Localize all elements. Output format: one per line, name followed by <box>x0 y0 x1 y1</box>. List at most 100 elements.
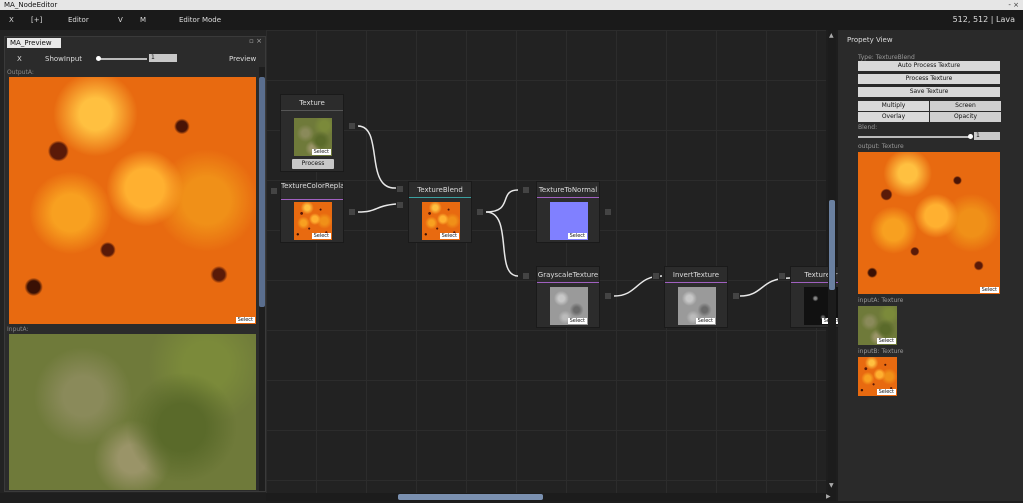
node-title: TextureBlend <box>409 182 471 198</box>
wire-blend-grayscale <box>485 211 519 277</box>
select-button[interactable]: Select <box>876 338 896 344</box>
editor-mode-menu[interactable]: Editor Mode <box>179 16 221 24</box>
menu-bar: X [+] Editor V M Editor Mode 512, 512 | … <box>0 10 1023 30</box>
preview-window-controls[interactable]: ▫ × <box>249 37 262 45</box>
preview-slider-value[interactable]: 1 <box>149 54 177 62</box>
horizontal-scroll-thumb[interactable] <box>398 494 543 500</box>
select-button[interactable]: Select <box>235 317 255 323</box>
node-title: Texture <box>281 95 343 111</box>
output-socket[interactable] <box>604 292 612 300</box>
blend-mode-overlay[interactable]: Overlay <box>858 112 929 122</box>
output-socket[interactable] <box>732 292 740 300</box>
blend-mode-screen[interactable]: Screen <box>930 101 1001 111</box>
preview-label: Preview <box>229 55 257 63</box>
input-socket[interactable] <box>652 272 660 280</box>
blend-value-field[interactable]: 1 <box>974 132 1000 140</box>
node-grayscale-texture[interactable]: GrayscaleTexture Select <box>536 266 600 328</box>
preview-slider-track[interactable] <box>97 58 147 60</box>
inputB-texture-image: Select <box>858 357 897 396</box>
minimize-icon[interactable]: - <box>1008 1 1011 9</box>
editor-menu[interactable]: Editor <box>68 16 89 24</box>
process-button[interactable]: Process <box>292 159 334 169</box>
node-texture-blend[interactable]: TextureBlend Select <box>408 181 472 243</box>
auto-process-toggle[interactable]: Auto Process Texture <box>858 61 1000 71</box>
v-button[interactable]: V <box>118 16 123 24</box>
select-button[interactable]: Select <box>311 233 331 239</box>
node-texture-thumbnail: Select <box>678 287 716 325</box>
preview-close-button[interactable]: X <box>17 55 22 63</box>
input-socket[interactable] <box>522 186 530 194</box>
blend-mode-opacity[interactable]: Opacity <box>930 112 1001 122</box>
close-icon[interactable]: × <box>1013 1 1019 9</box>
node-title: InvertTexture <box>665 267 727 283</box>
close-button[interactable]: X <box>9 16 14 24</box>
output-socket[interactable] <box>476 208 484 216</box>
window-controls[interactable]: - × <box>1008 0 1019 10</box>
preview-scrollbar-thumb[interactable] <box>259 77 265 307</box>
select-button[interactable]: Select <box>567 318 587 324</box>
input-socket[interactable] <box>778 272 786 280</box>
node-canvas[interactable]: Texture Select Process TextureColorRepla… <box>266 30 854 493</box>
node-texture-thumbnail: Select <box>294 118 332 156</box>
blend-slider-knob[interactable] <box>968 134 973 139</box>
wire-blend-normal <box>485 189 519 213</box>
blend-slider-track[interactable] <box>858 136 970 138</box>
output-preview-image: Select <box>9 77 256 324</box>
preview-window[interactable]: MA_Preview ▫ × X ShowInput 1 Preview Out… <box>4 36 266 492</box>
scroll-right-icon[interactable]: ▶ <box>826 493 831 500</box>
node-texture-thumbnail: Select <box>550 202 588 240</box>
blend-label: Blend: <box>858 124 878 131</box>
input-preview-image <box>9 334 256 490</box>
select-button[interactable]: Select <box>695 318 715 324</box>
node-title: TextureToNormal <box>537 182 599 198</box>
select-button[interactable]: Select <box>311 149 331 155</box>
node-title: GrayscaleTexture <box>537 267 599 283</box>
output-socket[interactable] <box>348 208 356 216</box>
select-button[interactable]: Select <box>439 233 459 239</box>
input-socket-b[interactable] <box>396 201 404 209</box>
node-texture-color-replace[interactable]: TextureColorReplace Select <box>280 181 344 243</box>
add-node-button[interactable]: [+] <box>31 16 42 24</box>
property-view-title: Propety View <box>847 36 893 44</box>
canvas-vertical-scrollbar[interactable]: ▲ ▼ <box>828 30 836 493</box>
inputA-texture-image: Select <box>858 306 897 345</box>
canvas-horizontal-scrollbar[interactable]: ▶ <box>266 493 836 501</box>
m-button[interactable]: M <box>140 16 146 24</box>
output-socket[interactable] <box>604 208 612 216</box>
wire-colorreplace-blend <box>357 203 397 213</box>
inputA-texture-label: inputA: Texture <box>858 297 904 304</box>
save-texture-button[interactable]: Save Texture <box>858 87 1000 97</box>
select-button[interactable]: Select <box>979 287 999 293</box>
node-texture-to-normal[interactable]: TextureToNormal Select <box>536 181 600 243</box>
connection-wires <box>357 125 791 297</box>
node-texture-thumbnail: Select <box>294 202 332 240</box>
scroll-down-icon[interactable]: ▼ <box>829 482 834 489</box>
blend-mode-multiply[interactable]: Multiply <box>858 101 929 111</box>
vertical-scroll-thumb[interactable] <box>829 200 835 290</box>
window-titlebar: MA_NodeEditor - × <box>0 0 1023 10</box>
node-texture-thumbnail: Select <box>550 287 588 325</box>
node-invert-texture[interactable]: InvertTexture Select <box>664 266 728 328</box>
select-button[interactable]: Select <box>876 389 896 395</box>
output-texture-label: output: Texture <box>858 143 904 150</box>
node-title: TextureColorReplace <box>281 182 343 200</box>
input-label: InputA: <box>7 326 29 333</box>
output-socket[interactable] <box>348 122 356 130</box>
scroll-up-icon[interactable]: ▲ <box>829 32 834 39</box>
show-input-toggle[interactable]: ShowInput <box>45 55 82 63</box>
resolution-info: 512, 512 | Lava <box>952 15 1015 24</box>
process-texture-button[interactable]: Process Texture <box>858 74 1000 84</box>
node-texture-thumbnail: Select <box>422 202 460 240</box>
preview-toolbar: X ShowInput 1 Preview <box>5 49 265 69</box>
preview-scrollbar[interactable] <box>259 67 265 491</box>
wire-invert-brightness <box>739 277 791 297</box>
preview-title: MA_Preview <box>7 38 61 48</box>
preview-slider-knob[interactable] <box>96 56 101 61</box>
select-button[interactable]: Select <box>567 233 587 239</box>
input-socket[interactable] <box>522 272 530 280</box>
node-texture-thumbnail: Select <box>804 287 842 325</box>
input-socket-a[interactable] <box>396 185 404 193</box>
window-title: MA_NodeEditor <box>4 1 58 9</box>
wire-texture-blend <box>357 125 397 189</box>
input-socket[interactable] <box>270 187 278 195</box>
